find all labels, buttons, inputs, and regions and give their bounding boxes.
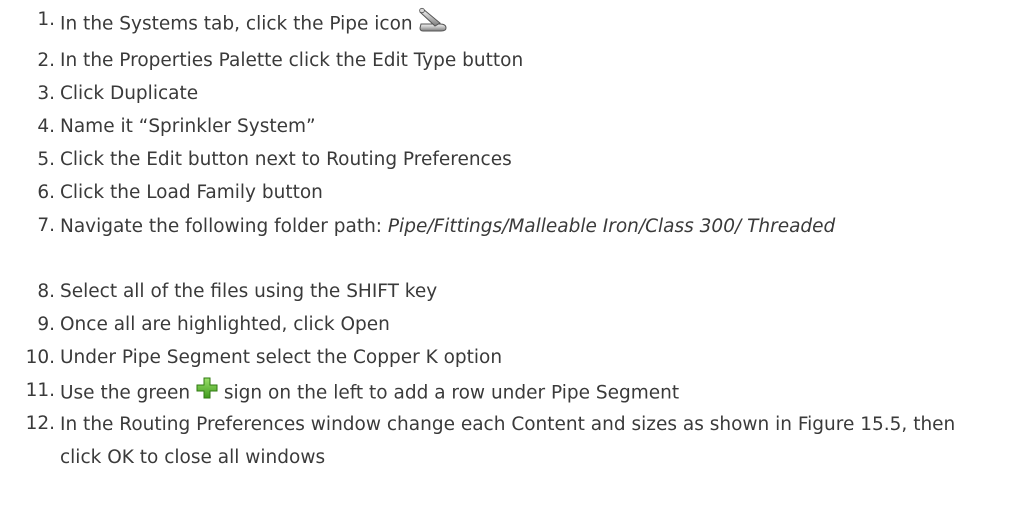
step-number: 11. <box>25 380 55 401</box>
step-text: Use the green sign on the left to add a … <box>60 377 1005 408</box>
step-text: Under Pipe Segment select the Copper K o… <box>60 347 503 368</box>
step-number: 1. <box>37 9 55 30</box>
step-text: Select all of the files using the SHIFT … <box>60 281 438 302</box>
list-item: 1. In the Systems tab, click the Pipe ic… <box>0 6 1017 41</box>
pipe-icon <box>418 6 449 39</box>
step-text-part: Navigate the following folder path: <box>60 216 388 237</box>
step-number: 6. <box>37 182 55 203</box>
step-number: 10. <box>25 347 55 368</box>
step-text: Click Duplicate <box>60 83 199 104</box>
instruction-list: 1. In the Systems tab, click the Pipe ic… <box>0 0 1017 532</box>
step-text-part: Use the green <box>60 382 191 404</box>
step-number: 7. <box>37 215 55 236</box>
folder-path: Pipe/Fittings/Malleable Iron/Class 300/ … <box>387 216 836 237</box>
step-text: Name it “Sprinkler System” <box>60 116 316 137</box>
step-number: 5. <box>37 149 55 170</box>
step-number: 3. <box>37 83 55 104</box>
step-text: In the Routing Preferences window change… <box>60 414 956 468</box>
step-text: Navigate the following folder path: Pipe… <box>60 210 970 243</box>
green-plus-icon <box>196 377 218 406</box>
step-number: 12. <box>25 413 55 434</box>
step-text-part: sign on the left to add a row under Pipe… <box>223 382 680 404</box>
step-number: 4. <box>37 116 55 137</box>
step-text-part: In the Systems tab, click the Pipe icon <box>60 13 413 35</box>
step-text: Once all are highlighted, click Open <box>60 314 390 335</box>
step-number: 9. <box>37 314 55 335</box>
step-text: In the Systems tab, click the Pipe icon <box>60 6 1005 41</box>
step-text: Click the Edit button next to Routing Pr… <box>60 149 512 170</box>
step-number: 8. <box>37 281 55 302</box>
step-text: Click the Load Family button <box>60 182 323 203</box>
step-text: In the Properties Palette click the Edit… <box>60 50 524 71</box>
step-number: 2. <box>37 50 55 71</box>
